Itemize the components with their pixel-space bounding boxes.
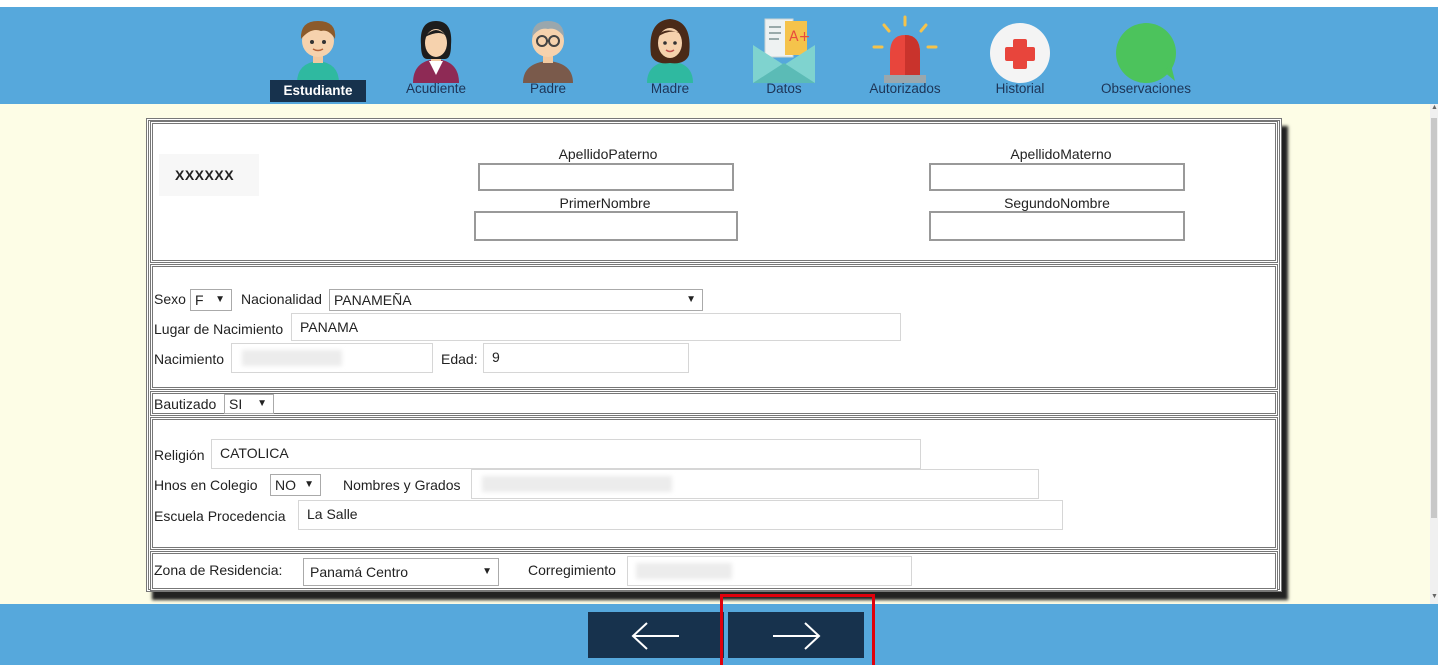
mother-icon	[647, 19, 693, 83]
hnos-colegio-label: Hnos en Colegio	[154, 477, 258, 493]
siren-icon	[872, 15, 938, 83]
sexo-label: Sexo	[154, 291, 186, 307]
nacionalidad-select[interactable]: PANAMEÑA ▼	[329, 289, 703, 311]
nav-label: Autorizados	[869, 81, 941, 96]
religion-input[interactable]: CATOLICA	[211, 439, 921, 469]
nacimiento-label: Nacimiento	[154, 351, 225, 367]
escuela-procedencia-input[interactable]: La Salle	[298, 500, 1063, 530]
sexo-value: F	[195, 292, 204, 308]
names-section: XXXXXX ApellidoPaterno ApellidoMaterno P…	[150, 121, 1278, 263]
nav-label: Observaciones	[1100, 81, 1192, 96]
zona-residencia-select[interactable]: Panamá Centro ▼	[303, 558, 499, 586]
edad-input[interactable]: 9	[483, 343, 689, 373]
document-icon: A+	[753, 18, 815, 83]
dropdown-arrow-icon: ▼	[215, 294, 225, 305]
student-form-card: XXXXXX ApellidoPaterno ApellidoMaterno P…	[146, 118, 1282, 592]
nav-historial[interactable]: Historial	[970, 7, 1070, 104]
nav-datos[interactable]: A+ Datos	[734, 7, 834, 104]
hnos-colegio-value: NO	[275, 477, 296, 493]
svg-text:A+: A+	[789, 29, 810, 45]
segundo-nombre-label: SegundoNombre	[1004, 195, 1110, 211]
nacionalidad-value: PANAMEÑA	[334, 292, 412, 308]
apellido-materno-field[interactable]	[929, 163, 1185, 191]
apellido-paterno-field[interactable]	[478, 163, 734, 191]
previous-button[interactable]	[588, 612, 724, 658]
vertical-scrollbar[interactable]: ▲ ▼	[1430, 104, 1438, 604]
zona-residencia-value: Panamá Centro	[310, 564, 409, 580]
nacionalidad-label: Nacionalidad	[241, 291, 322, 307]
apellido-paterno-label: ApellidoPaterno	[558, 146, 658, 162]
nav-padre[interactable]: Padre	[498, 7, 598, 104]
nombres-grados-label: Nombres y Grados	[343, 477, 461, 493]
redacted-value	[636, 563, 732, 579]
religion-label: Religión	[154, 447, 205, 463]
apellido-materno-label: ApellidoMaterno	[1010, 146, 1112, 162]
primer-nombre-label: PrimerNombre	[559, 195, 651, 211]
lugar-nacimiento-label: Lugar de Nacimiento	[154, 321, 284, 337]
next-button-highlight	[720, 594, 875, 665]
residencia-section: Zona de Residencia: Panamá Centro ▼ Corr…	[150, 551, 1278, 591]
nav-madre[interactable]: Madre	[620, 7, 720, 104]
sexo-select[interactable]: F ▼	[190, 289, 232, 311]
nav-label: Padre	[529, 81, 567, 96]
bautizado-value: SI	[229, 396, 243, 412]
student-code: XXXXXX	[159, 154, 259, 196]
nav-acudiente[interactable]: Acudiente	[386, 7, 486, 104]
bautizado-section: Bautizado SI ▼	[150, 391, 1278, 416]
corregimiento-label: Corregimiento	[528, 562, 616, 578]
nacimiento-input[interactable]	[231, 343, 433, 373]
lugar-nacimiento-input[interactable]: PANAMA	[291, 313, 901, 341]
bottom-nav-bar	[0, 604, 1438, 665]
nav-autorizados[interactable]: Autorizados	[855, 7, 955, 104]
nav-observaciones[interactable]: Observaciones	[1096, 7, 1196, 104]
hnos-colegio-select[interactable]: NO ▼	[270, 474, 321, 496]
scrollbar-thumb[interactable]	[1431, 118, 1437, 518]
student-icon	[297, 21, 339, 83]
edad-label: Edad:	[441, 351, 478, 367]
religion-section: Religión CATOLICA Hnos en Colegio NO ▼ N…	[150, 417, 1278, 550]
nav-label: Acudiente	[405, 81, 467, 96]
father-icon	[523, 21, 573, 83]
dropdown-arrow-icon: ▼	[482, 566, 492, 577]
top-nav-bar: Estudiante Acudiente Padre Madre A+ Dato…	[0, 0, 1438, 104]
escuela-procedencia-label: Escuela Procedencia	[154, 508, 286, 524]
redacted-value	[242, 350, 342, 366]
dropdown-arrow-icon: ▼	[686, 294, 696, 305]
bautizado-select[interactable]: SI ▼	[224, 394, 274, 414]
zona-residencia-label: Zona de Residencia:	[154, 562, 283, 578]
medical-cross-icon	[990, 23, 1050, 83]
guardian-icon	[413, 21, 459, 83]
dropdown-arrow-icon: ▼	[304, 479, 314, 490]
redacted-value	[482, 476, 672, 492]
nav-label: Historial	[995, 81, 1045, 96]
bautizado-label: Bautizado	[154, 396, 217, 412]
speech-bubble-icon	[1116, 23, 1176, 83]
scroll-up-icon[interactable]: ▲	[1431, 104, 1438, 111]
personal-section: Sexo F ▼ Nacionalidad PANAMEÑA ▼ Lugar d…	[150, 264, 1278, 390]
segundo-nombre-field[interactable]	[929, 211, 1185, 241]
scroll-down-icon[interactable]: ▼	[1431, 593, 1438, 600]
nombres-grados-input[interactable]	[471, 469, 1039, 499]
primer-nombre-field[interactable]	[474, 211, 738, 241]
nav-label: Estudiante	[270, 80, 366, 102]
dropdown-arrow-icon: ▼	[257, 398, 267, 409]
nav-label: Madre	[650, 81, 690, 96]
nav-label: Datos	[766, 81, 802, 96]
corregimiento-input[interactable]	[627, 556, 912, 586]
arrow-left-icon	[631, 622, 679, 650]
nav-estudiante[interactable]: Estudiante	[268, 7, 368, 104]
